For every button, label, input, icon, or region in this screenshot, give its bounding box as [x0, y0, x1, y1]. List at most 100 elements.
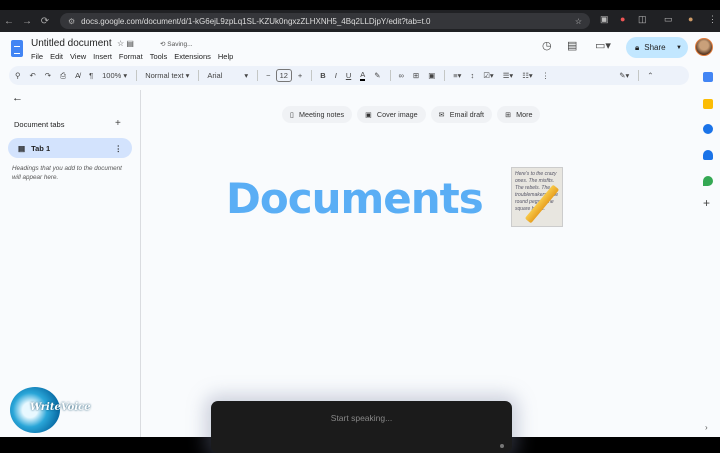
site-info-icon[interactable]: ⚙: [68, 17, 75, 26]
extension-icon[interactable]: ●: [620, 14, 625, 24]
add-tab-icon[interactable]: +: [115, 118, 121, 129]
document-outline-panel: ← Document tabs + ▤ Tab 1 ⋮ Headings that …: [0, 90, 141, 437]
redo-icon[interactable]: ↷: [45, 71, 51, 80]
extensions-puzzle-icon[interactable]: ◫: [638, 14, 647, 25]
add-comment-icon[interactable]: ⊞: [413, 71, 419, 80]
font-select[interactable]: Arial: [207, 71, 222, 80]
line-spacing-icon[interactable]: ↕: [470, 71, 474, 80]
tab-1[interactable]: ▤ Tab 1 ⋮: [8, 138, 132, 158]
divider: [638, 70, 640, 81]
menu-help[interactable]: Help: [218, 52, 233, 61]
document-heading[interactable]: Documents: [226, 174, 484, 223]
chip-more[interactable]: ⊞ More: [497, 106, 541, 123]
tab-options-icon[interactable]: ⋮: [115, 144, 123, 153]
decrease-font-size-icon[interactable]: −: [266, 71, 270, 80]
print-icon[interactable]: ⎙: [60, 71, 66, 81]
editing-mode-icon[interactable]: ✎▾: [619, 71, 629, 80]
document-title[interactable]: Untitled document: [31, 38, 112, 49]
menu-extensions[interactable]: Extensions: [174, 52, 211, 61]
window-titlebar: [0, 0, 720, 10]
menu-file[interactable]: File: [31, 52, 43, 61]
add-addon-icon[interactable]: +: [703, 196, 713, 210]
divider: [444, 70, 446, 81]
bold-icon[interactable]: B: [320, 71, 325, 80]
formatting-toolbar: ⚲ ↶ ↷ ⎙ A̸ ¶ 100% ▾ Normal text ▾ Arial ▾…: [9, 66, 689, 85]
divider: [311, 70, 313, 81]
side-panel: +: [697, 66, 720, 436]
move-folder-icon[interactable]: ▤: [126, 39, 134, 48]
bulleted-list-icon[interactable]: ☰▾: [503, 71, 514, 80]
spellcheck-icon[interactable]: A̸: [75, 71, 80, 80]
docs-logo-icon[interactable]: [11, 40, 23, 57]
share-button[interactable]: 🔒︎ Share ▼: [626, 37, 688, 58]
bookmark-star-icon[interactable]: ☆: [575, 17, 582, 26]
outline-hint: Headings that you add to the document wi…: [12, 165, 122, 181]
highlight-icon[interactable]: ✎: [374, 71, 380, 80]
tab-icon: ▤: [18, 143, 26, 153]
chevron-down-icon[interactable]: ▾: [244, 71, 248, 80]
voice-input-panel[interactable]: Start speaking...: [211, 401, 512, 453]
profile-icon[interactable]: ●: [688, 14, 693, 24]
version-history-icon[interactable]: ◷: [542, 39, 552, 52]
writevoice-logo: WriteVoice: [10, 387, 91, 433]
star-icon[interactable]: ☆: [117, 39, 124, 48]
document-icon: ▯: [290, 110, 294, 119]
meet-icon[interactable]: ▭▾: [595, 39, 611, 52]
cast-icon[interactable]: ▭: [664, 14, 673, 25]
text-color-icon[interactable]: A: [360, 70, 366, 81]
insert-image-icon[interactable]: ▣: [428, 71, 435, 80]
paint-format-icon[interactable]: ¶: [89, 71, 93, 80]
calendar-icon[interactable]: [703, 72, 713, 82]
keep-icon[interactable]: [703, 99, 713, 109]
divider: [389, 70, 391, 81]
collapse-menus-icon[interactable]: ⌃: [647, 71, 653, 80]
zoom-select[interactable]: 100% ▾: [102, 71, 127, 80]
back-icon[interactable]: ←: [0, 16, 18, 27]
recording-indicator: [500, 444, 504, 448]
document-tabs-heading: Document tabs: [14, 120, 65, 129]
chevron-down-icon[interactable]: ▼: [676, 45, 682, 51]
link-icon[interactable]: ∞: [399, 71, 404, 80]
search-menus-icon[interactable]: ⚲: [15, 71, 21, 80]
save-status: ⟲ Saving...: [160, 41, 193, 48]
checklist-icon[interactable]: ☑▾: [483, 71, 494, 80]
tasks-icon[interactable]: [703, 124, 713, 134]
reload-icon[interactable]: ⟳: [36, 16, 54, 27]
expand-side-panel-icon[interactable]: ›: [705, 423, 708, 432]
style-select[interactable]: Normal text ▾: [145, 71, 189, 80]
increase-font-size-icon[interactable]: +: [298, 71, 302, 80]
chip-meeting-notes[interactable]: ▯ Meeting notes: [282, 106, 353, 123]
divider: [257, 70, 259, 81]
menu-insert[interactable]: Insert: [93, 52, 112, 61]
email-icon: ✉: [438, 110, 445, 119]
menu-bar: File Edit View Insert Format Tools Exten…: [31, 52, 233, 61]
menu-view[interactable]: View: [70, 52, 86, 61]
address-bar[interactable]: ⚙ docs.google.com/document/d/1-kG6ejL9zpL…: [60, 13, 590, 29]
avatar[interactable]: [695, 38, 713, 56]
memo-emoji-image: Here's to the crazy ones. The misfits. T…: [511, 167, 563, 227]
more-options-icon[interactable]: ⋮: [542, 71, 550, 80]
menu-edit[interactable]: Edit: [50, 52, 63, 61]
align-icon[interactable]: ≡▾: [453, 71, 461, 80]
underline-icon[interactable]: U: [346, 71, 351, 80]
extension-icon[interactable]: ▣: [600, 14, 609, 25]
browser-menu-icon[interactable]: ⋮: [708, 14, 717, 25]
google-docs-app: Untitled document ☆ ▤ ⟲ Saving... File E…: [0, 32, 720, 453]
lock-icon: 🔒︎: [635, 42, 640, 52]
contacts-icon[interactable]: [703, 150, 713, 160]
chip-email-draft[interactable]: ✉ Email draft: [430, 106, 493, 123]
undo-icon[interactable]: ↶: [30, 71, 36, 80]
comments-icon[interactable]: ▤: [567, 39, 577, 52]
maps-icon[interactable]: [703, 176, 713, 186]
font-size-input[interactable]: 12: [275, 69, 292, 82]
template-chips: ▯ Meeting notes ▣ Cover image ✉ Email draft…: [282, 106, 541, 123]
forward-icon[interactable]: →: [18, 16, 36, 27]
more-icon: ⊞: [505, 110, 512, 119]
back-arrow-icon[interactable]: ←: [12, 92, 23, 104]
italic-icon[interactable]: I: [335, 71, 337, 80]
chip-cover-image[interactable]: ▣ Cover image: [357, 106, 426, 123]
menu-tools[interactable]: Tools: [150, 52, 168, 61]
numbered-list-icon[interactable]: ☷▾: [522, 71, 533, 80]
menu-format[interactable]: Format: [119, 52, 143, 61]
divider: [198, 70, 200, 81]
